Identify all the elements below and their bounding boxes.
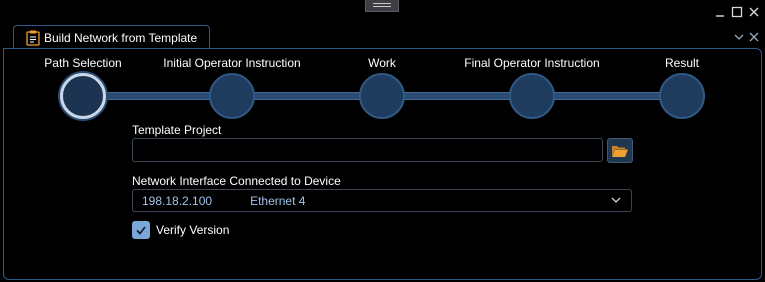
step-node-path-selection[interactable] (60, 73, 106, 119)
tab-build-network[interactable]: Build Network from Template (13, 25, 210, 49)
network-interface-ip: 198.18.2.100 (142, 193, 213, 208)
step-node-work[interactable] (359, 73, 405, 119)
step-node-result[interactable] (659, 73, 705, 119)
step-label-initial-operator-instruction: Initial Operator Instruction (163, 56, 301, 70)
folder-open-icon (612, 145, 628, 157)
checkmark-icon (136, 226, 146, 235)
minimize-icon[interactable] (713, 5, 727, 19)
browse-button[interactable] (607, 138, 633, 163)
template-project-input[interactable] (132, 138, 603, 162)
tab-title: Build Network from Template (44, 30, 198, 45)
maximize-icon[interactable] (730, 5, 744, 19)
network-interface-select[interactable]: 198.18.2.100 Ethernet 4 (132, 189, 632, 212)
template-project-label: Template Project (132, 123, 222, 137)
step-node-final-operator-instruction[interactable] (509, 73, 555, 119)
tab-close-icon[interactable] (748, 31, 760, 43)
network-interface-name: Ethernet 4 (250, 193, 306, 208)
verify-version-checkbox[interactable] (132, 221, 150, 239)
close-icon[interactable] (747, 5, 761, 19)
chevron-down-icon[interactable] (733, 31, 745, 43)
chevron-down-icon (611, 197, 621, 203)
step-label-result: Result (664, 56, 700, 70)
step-label-work: Work (368, 56, 396, 70)
drag-handle[interactable] (365, 0, 399, 12)
verify-version-label[interactable]: Verify Version (156, 223, 229, 237)
application-window: Build Network from Template Path Selecti… (0, 0, 765, 282)
step-label-path-selection: Path Selection (44, 56, 122, 70)
step-node-initial-operator-instruction[interactable] (209, 73, 255, 119)
clipboard-icon (26, 30, 40, 46)
network-interface-label: Network Interface Connected to Device (132, 174, 341, 188)
step-label-final-operator-instruction: Final Operator Instruction (464, 56, 600, 70)
